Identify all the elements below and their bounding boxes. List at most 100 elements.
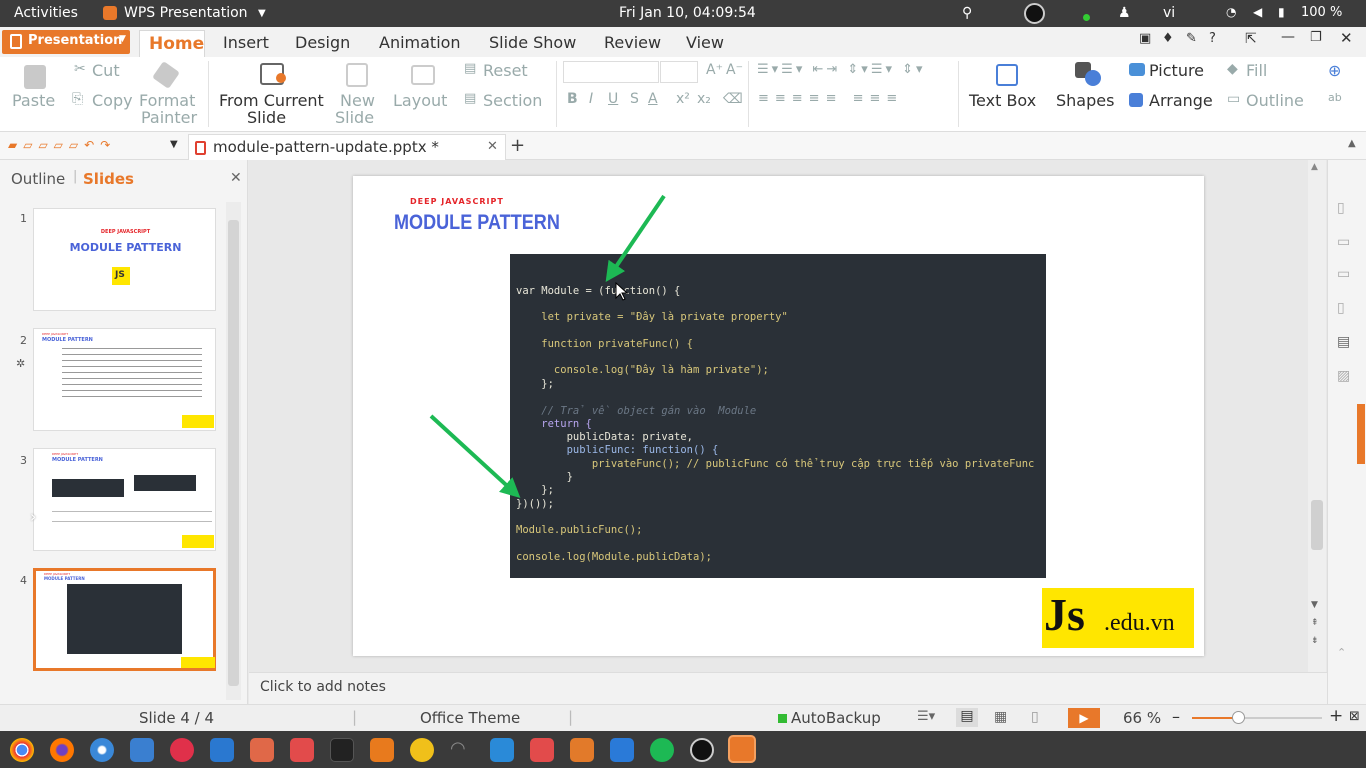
properties-icon[interactable]: ▯	[1337, 200, 1345, 216]
user-icon[interactable]: ♟	[1118, 5, 1131, 21]
wps-writer-icon[interactable]	[490, 738, 514, 762]
zoom-in-icon[interactable]: +	[1329, 706, 1343, 726]
side-scroll-indicator[interactable]	[1357, 404, 1365, 464]
close-tab-icon[interactable]: ✕	[487, 139, 498, 154]
scroll-up-icon[interactable]: ▲	[1311, 162, 1318, 172]
tab-review[interactable]: Review	[604, 33, 661, 52]
slide-sorter-icon[interactable]: ▦	[994, 709, 1007, 725]
skin-icon[interactable]: ▣	[1139, 31, 1151, 46]
shirt-icon[interactable]: ♦	[1162, 31, 1174, 46]
copy-button[interactable]: Copy	[92, 91, 133, 110]
alignment-icons[interactable]: ≡≡≡≡≡ ≡≡≡	[758, 91, 903, 106]
presentation-menu-button[interactable]: Presentation ▼	[2, 30, 130, 54]
replace-icon[interactable]: ab	[1328, 91, 1342, 104]
battery-icon[interactable]: ▮	[1278, 5, 1285, 19]
section-button[interactable]: Section	[483, 91, 542, 110]
slide-thumbnail-1[interactable]: DEEP JAVASCRIPT MODULE PATTERN JS	[33, 208, 216, 311]
chevron-down-icon[interactable]: ▼	[170, 139, 178, 150]
tab-view[interactable]: View	[686, 33, 724, 52]
autobackup-button[interactable]: AutoBackup	[791, 709, 881, 727]
text-editor-icon[interactable]	[210, 738, 234, 762]
document-icon[interactable]: ▤	[1337, 334, 1350, 350]
next-slide-icon[interactable]: ⇟	[1311, 636, 1319, 646]
chrome-icon[interactable]	[10, 738, 34, 762]
wps-presentation-icon[interactable]	[728, 735, 756, 763]
italic-icon[interactable]: I	[589, 91, 593, 107]
underline-icon[interactable]: U	[608, 91, 618, 107]
notes-pane[interactable]: Click to add notes	[249, 672, 1327, 704]
firefox-icon[interactable]	[50, 738, 74, 762]
fit-window-icon[interactable]: ⊠	[1349, 709, 1360, 724]
minimize-icon[interactable]: —	[1281, 29, 1295, 45]
slide-thumbnail-4[interactable]: DEEP JAVASCRIPT MODULE PATTERN	[33, 568, 216, 671]
shapes-button[interactable]: Shapes	[1056, 91, 1114, 110]
terminal-icon[interactable]	[330, 738, 354, 762]
maximize-icon[interactable]: ❐	[1310, 30, 1322, 45]
superscript-icon[interactable]: x²	[676, 91, 690, 107]
slide-thumbnail-3[interactable]: DEEP JAVASCRIPT MODULE PATTERN	[33, 448, 216, 551]
code-image[interactable]: var Module = (function() { let private =…	[510, 254, 1046, 578]
slide-design-icon[interactable]: ▯	[1337, 300, 1345, 316]
tab-home[interactable]: Home	[139, 30, 205, 57]
chevron-up-icon[interactable]: ⌃	[1337, 646, 1346, 659]
obs-icon[interactable]	[690, 738, 714, 762]
panel-scrollbar[interactable]	[226, 202, 241, 700]
font-color-icon[interactable]: A	[648, 91, 658, 107]
layout-button[interactable]: Layout	[393, 91, 447, 110]
panel-scrollbar-thumb[interactable]	[228, 220, 239, 686]
restore-ribbon-icon[interactable]: ⇱	[1245, 31, 1257, 47]
wps-spreadsheet-icon[interactable]	[570, 738, 594, 762]
slide-thumbnail-2[interactable]: DEEP JAVASCRIPT MODULE PATTERN	[33, 328, 216, 431]
scroll-down-icon[interactable]: ▼	[1311, 600, 1318, 610]
language-indicator[interactable]: vi	[1163, 5, 1175, 21]
music-icon[interactable]	[170, 738, 194, 762]
reset-button[interactable]: Reset	[483, 61, 528, 80]
zoom-slider[interactable]	[1192, 711, 1322, 724]
obs-icon[interactable]	[1024, 3, 1045, 24]
font-size-up-button[interactable]: A⁺	[706, 62, 723, 78]
document-tab[interactable]: module-pattern-update.pptx * ✕	[188, 134, 506, 160]
spotify-icon[interactable]	[650, 738, 674, 762]
tab-animation[interactable]: Animation	[379, 33, 461, 52]
wifi-icon[interactable]: ◔	[1226, 5, 1236, 19]
activities-button[interactable]: Activities	[14, 5, 78, 21]
normal-view-icon[interactable]: ▤	[956, 708, 978, 727]
tab-outline[interactable]: Outline	[11, 170, 65, 188]
font-name-select[interactable]	[563, 61, 659, 83]
animation-icon[interactable]: ▭	[1337, 234, 1350, 250]
chevron-right-icon[interactable]: ›	[30, 507, 36, 526]
files-icon[interactable]	[130, 738, 154, 762]
arrange-button[interactable]: Arrange	[1149, 91, 1213, 110]
transition-icon[interactable]: ▭	[1337, 266, 1350, 282]
js-edu-logo[interactable]: Js .edu.vn	[1042, 588, 1194, 648]
font-size-down-button[interactable]: A⁻	[726, 62, 743, 78]
canvas-scrollbar[interactable]: ▲ ▼ ⇞ ⇟	[1308, 160, 1326, 672]
help-icon[interactable]: ?	[1209, 31, 1216, 46]
play-slideshow-button[interactable]: ▶	[1068, 708, 1100, 728]
tab-slides[interactable]: Slides	[83, 170, 134, 188]
sublime-icon[interactable]	[370, 738, 394, 762]
font-size-select[interactable]	[660, 61, 698, 83]
text-box-button[interactable]: Text Box	[969, 91, 1036, 110]
fill-button[interactable]: Fill	[1246, 61, 1267, 80]
theme-name[interactable]: Office Theme	[420, 709, 520, 727]
picture-button[interactable]: Picture	[1149, 61, 1204, 80]
feedback-icon[interactable]: ✎	[1186, 31, 1197, 46]
clock[interactable]: Fri Jan 10, 04:09:54	[619, 5, 756, 21]
volume-icon[interactable]: ◀	[1253, 5, 1262, 19]
quick-access-icons[interactable]: ▰▱▱▱▱↶↷	[8, 138, 116, 152]
outline-button[interactable]: Outline	[1246, 91, 1304, 110]
shadow-icon[interactable]: S	[630, 91, 639, 107]
pdf-icon[interactable]	[530, 738, 554, 762]
find-icon[interactable]: ⊕	[1328, 61, 1341, 80]
notes-toggle-icon[interactable]: ☰▾	[917, 709, 935, 724]
slide-title[interactable]: MODULE PATTERN	[394, 211, 560, 235]
accessibility-icon[interactable]: ⚲	[962, 5, 972, 21]
subscript-icon[interactable]: x₂	[697, 91, 711, 107]
chevron-up-icon[interactable]: ▲	[1348, 138, 1356, 149]
picture-icon[interactable]: ▨	[1337, 368, 1350, 384]
close-icon[interactable]: ✕	[1340, 29, 1353, 47]
chromium-icon[interactable]	[90, 738, 114, 762]
emoji-app-icon[interactable]	[410, 738, 434, 762]
cut-button[interactable]: Cut	[92, 61, 120, 80]
